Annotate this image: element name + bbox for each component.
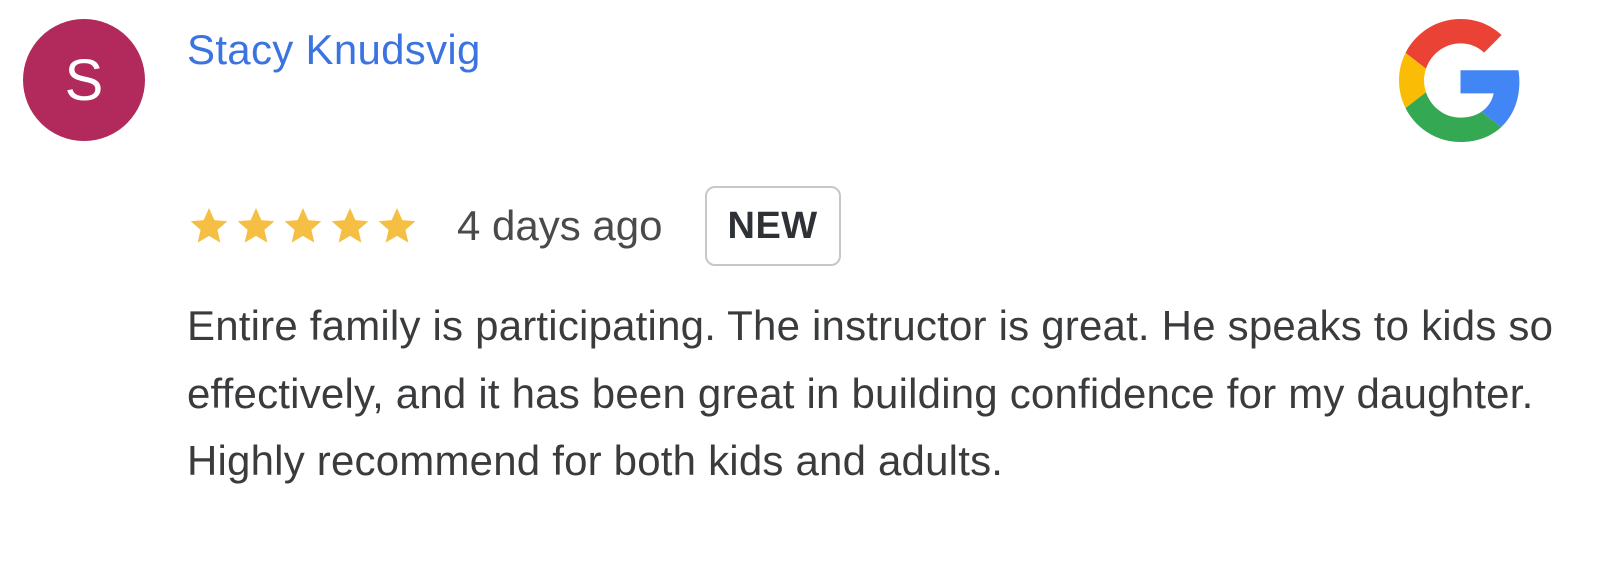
star-icon bbox=[331, 208, 369, 243]
review-text: Entire family is participating. The inst… bbox=[187, 302, 1554, 484]
review-card: S Stacy Knudsvig 4 days ago NEW Entire f… bbox=[0, 0, 1600, 582]
star-icon bbox=[284, 208, 322, 243]
avatar-initial: S bbox=[64, 47, 104, 113]
author-name-link[interactable]: Stacy Knudsvig bbox=[187, 26, 481, 74]
star-icon bbox=[378, 208, 416, 243]
star-icon bbox=[190, 208, 228, 243]
review-date: 4 days ago bbox=[457, 202, 663, 249]
review-meta-row: 4 days ago NEW bbox=[187, 186, 841, 266]
google-g-icon[interactable] bbox=[1399, 19, 1522, 142]
new-badge: NEW bbox=[704, 186, 841, 266]
star-icon bbox=[237, 208, 275, 243]
author-avatar[interactable]: S bbox=[23, 19, 145, 141]
star-rating bbox=[187, 204, 419, 248]
